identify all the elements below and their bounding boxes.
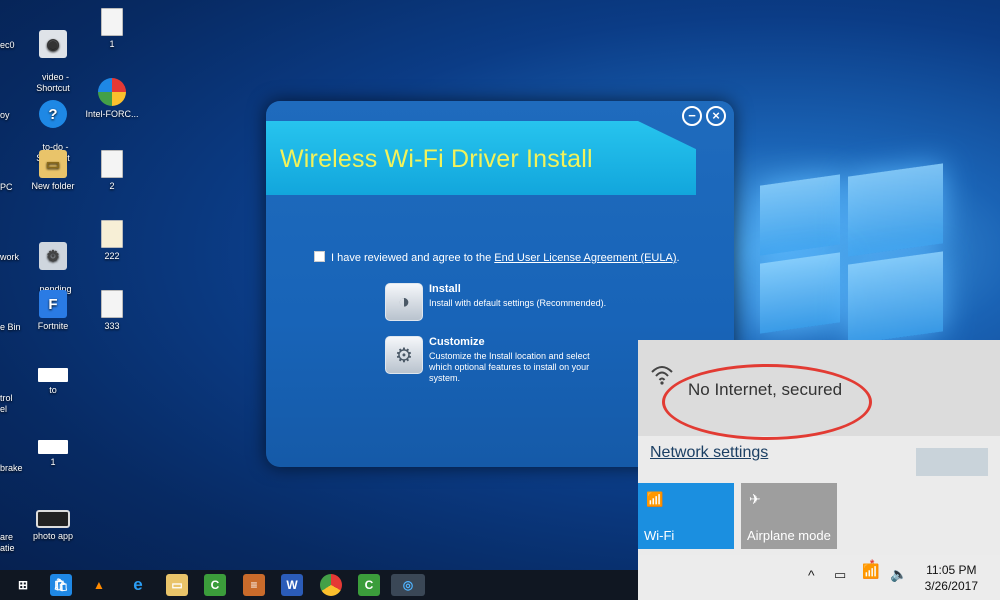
camera-icon: ◉	[39, 30, 67, 58]
highlight-oval	[662, 364, 872, 440]
desktop-icon-333[interactable]: 333	[77, 290, 147, 332]
airplane-icon: ✈	[749, 491, 761, 507]
wifi-tile-label: Wi-Fi	[644, 528, 675, 543]
chrome-icon[interactable]	[320, 574, 342, 596]
wifi-network-row[interactable]: No Internet, secured	[638, 340, 1000, 440]
camtasia-icon[interactable]: C	[204, 574, 226, 596]
task-view-icon[interactable]: ⊞	[12, 574, 34, 596]
desktop-icon-1b[interactable]: 1	[18, 440, 88, 468]
desktop-icon-intel[interactable]: Intel-FORC...	[77, 78, 147, 120]
desktop-icon-label: photo app	[32, 531, 74, 541]
install-heading: Install	[429, 283, 461, 295]
wifi-tile[interactable]: 📶 Wi-Fi	[638, 483, 734, 549]
system-tray: ^ ▭ 📶 * 🔈 11:05 PM 3/26/2017	[638, 555, 1000, 600]
desktop-icon-label: 2	[109, 181, 115, 191]
desktop-icon-photo-app[interactable]: photo app	[18, 510, 88, 542]
eula-checkbox[interactable]	[314, 251, 325, 262]
customize-description: Customize the Install location and selec…	[429, 351, 590, 383]
network-flyout: No Internet, secured Network settings 📶 …	[638, 340, 1000, 555]
eula-link[interactable]: End User License Agreement (EULA)	[494, 252, 676, 264]
folder-icon: ▭	[39, 150, 67, 178]
volume-icon[interactable]: 🔈	[890, 566, 907, 583]
camtasia-recorder-icon[interactable]: C	[358, 574, 380, 596]
clock[interactable]: 11:05 PM 3/26/2017	[925, 562, 978, 594]
install-disc-icon[interactable]: ◑	[385, 283, 423, 321]
close-icon[interactable]: ×	[706, 106, 726, 126]
eula-suffix: .	[676, 252, 680, 264]
airplane-tile-label: Airplane mode	[747, 528, 831, 543]
desktop-icon-label: Fortnite	[37, 321, 69, 331]
title-banner: Wireless Wi-Fi Driver Install	[266, 121, 696, 195]
desktop-icon-1[interactable]: 1	[77, 8, 147, 50]
help-icon: ?	[39, 100, 67, 128]
notes-icon[interactable]: ≡	[243, 574, 265, 596]
wifi-installer-taskbar-icon[interactable]: ◎	[391, 574, 425, 596]
dialog-title: Wireless Wi-Fi Driver Install	[280, 145, 593, 173]
airplane-mode-tile[interactable]: ✈ Airplane mode	[741, 483, 837, 549]
chevron-up-icon[interactable]: ^	[808, 567, 815, 583]
desktop-icon-label: 1	[109, 39, 115, 49]
desktop-icon-label: 333	[104, 321, 120, 331]
minimize-icon[interactable]: −	[682, 106, 702, 126]
store-icon[interactable]: 🛍	[50, 574, 72, 596]
game-icon: F	[39, 290, 67, 318]
file-icon	[101, 290, 123, 318]
desktop-icon-label: Intel-FORC...	[85, 109, 139, 119]
desktop-label-cut[interactable]: oy	[0, 110, 10, 121]
file-icon	[101, 220, 123, 248]
wifi-signal-icon	[651, 366, 673, 385]
clock-date: 3/26/2017	[924, 579, 978, 593]
clock-time: 11:05 PM	[926, 563, 977, 577]
edge-icon[interactable]: e	[127, 574, 149, 596]
eula-agreement: I have reviewed and agree to the End Use…	[314, 251, 680, 264]
intel-icon	[98, 78, 126, 106]
file-icon	[38, 368, 68, 382]
file-icon	[101, 8, 123, 36]
windows-logo-wallpaper	[730, 160, 950, 345]
desktop-label-cut[interactable]: work	[0, 252, 19, 263]
wifi-icon: 📶	[646, 491, 664, 507]
file-icon	[101, 150, 123, 178]
customize-gears-icon[interactable]: ⚙	[385, 336, 423, 374]
desktop-icon-label: 222	[104, 251, 120, 261]
customize-heading: Customize	[429, 336, 485, 348]
desktop-label-cut[interactable]: ec0	[0, 40, 15, 51]
vlc-icon[interactable]: ▲	[88, 574, 110, 596]
desktop-icon-label: to	[49, 385, 57, 395]
desktop-label-cut[interactable]: trol el	[0, 393, 13, 415]
install-description: Install with default settings (Recommend…	[429, 298, 607, 308]
word-icon[interactable]: W	[281, 574, 303, 596]
desktop-label-cut[interactable]: PC	[0, 182, 13, 193]
warning-asterisk-icon: *	[870, 558, 875, 570]
gear-icon: ⚙	[39, 242, 67, 270]
desktop-icon-222[interactable]: 222	[77, 220, 147, 262]
desktop-icon-2[interactable]: 2	[77, 150, 147, 192]
desktop-icon-label: New folder	[31, 181, 75, 191]
desktop-icon-to[interactable]: to	[18, 368, 88, 396]
file-explorer-icon[interactable]: ▭	[166, 574, 188, 596]
desktop-icon-label: 1	[50, 457, 56, 467]
file-icon	[36, 510, 70, 528]
connect-button-placeholder[interactable]	[916, 448, 988, 476]
desktop-label-cut[interactable]: are atie	[0, 532, 15, 554]
battery-icon[interactable]: ▭	[834, 567, 846, 583]
network-settings-link[interactable]: Network settings	[650, 444, 768, 462]
file-icon	[38, 440, 68, 454]
eula-text: I have reviewed and agree to the	[331, 252, 495, 264]
